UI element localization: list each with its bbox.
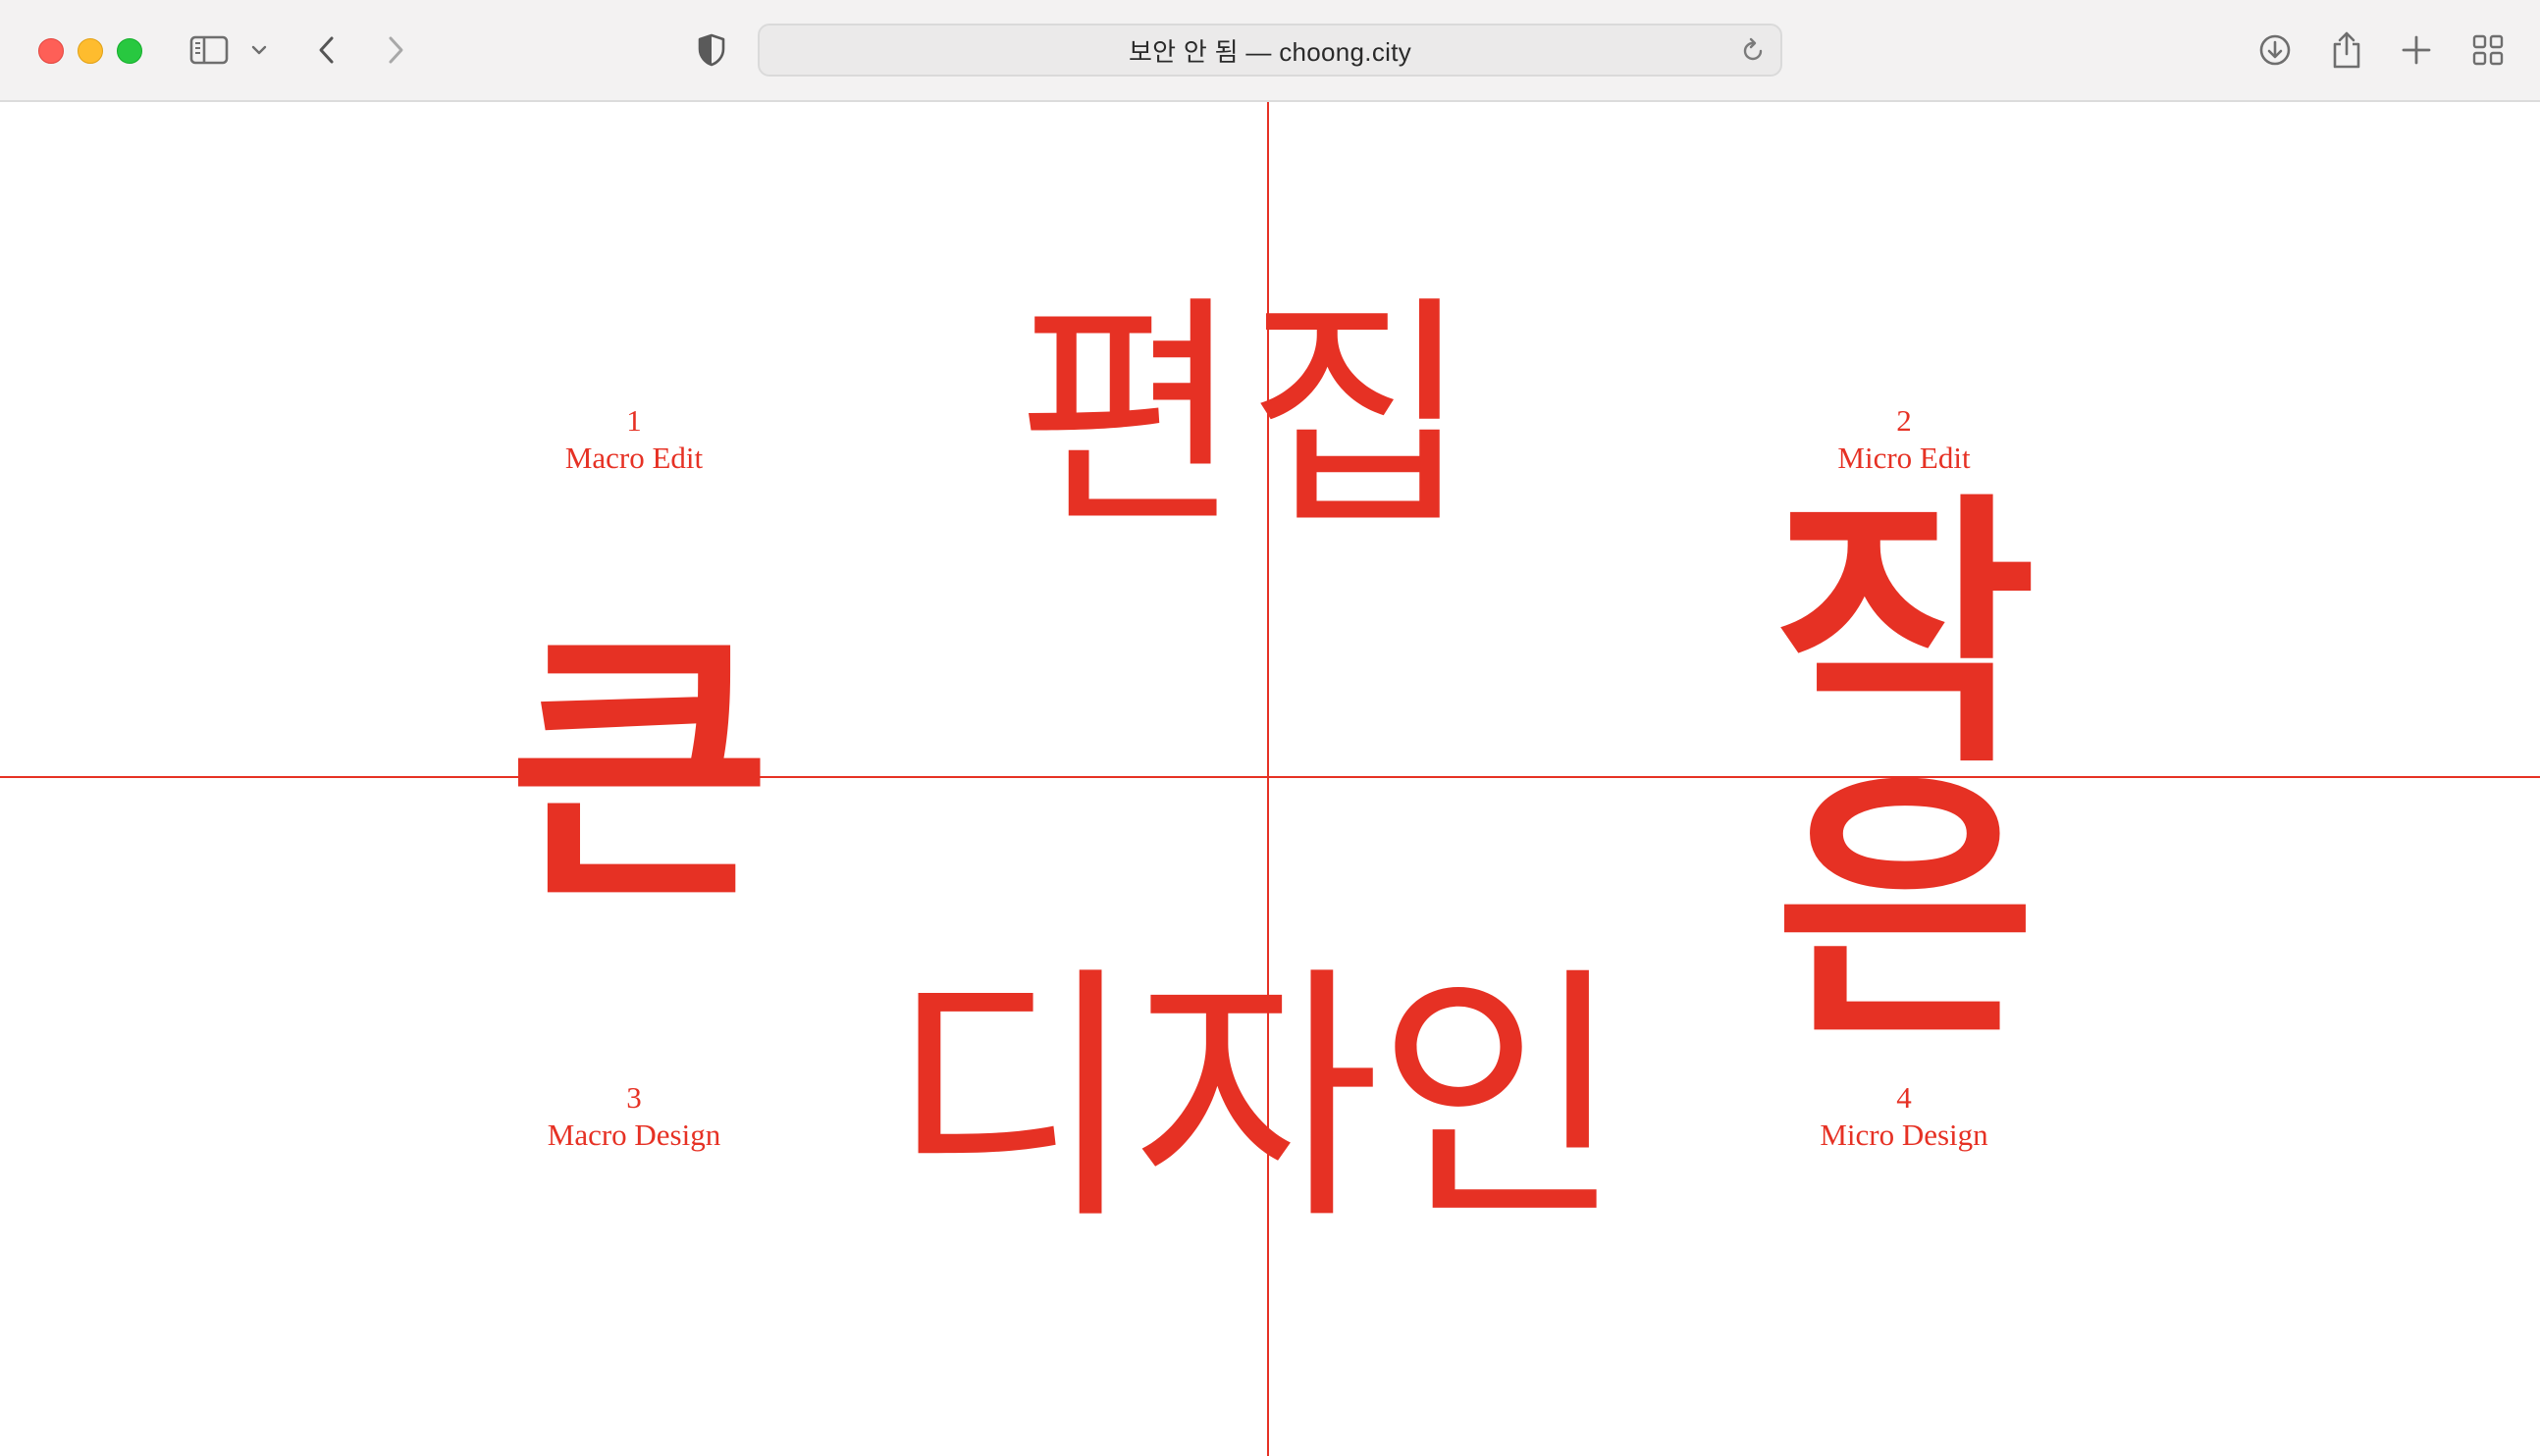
reload-icon[interactable] <box>1739 37 1767 65</box>
chevron-left-icon[interactable] <box>306 29 347 71</box>
word-small-top: 작 <box>1774 471 2037 802</box>
page-content: 편집 디자인 큰 작 은 1 Macro Edit 2 Micro Edit 3… <box>0 102 2540 1456</box>
minimize-window-button[interactable] <box>78 38 103 64</box>
quadrant-link-micro-edit[interactable]: 2 Micro Edit <box>1708 402 2100 477</box>
word-design: 디자인 <box>889 943 1623 1256</box>
quadrant-link-macro-edit[interactable]: 1 Macro Edit <box>438 402 830 477</box>
quadrant-name: Micro Edit <box>1837 441 1971 475</box>
word-small-bottom: 은 <box>1774 746 2037 1076</box>
quadrant-name: Micro Design <box>1820 1118 1988 1152</box>
quadrant-name: Macro Design <box>547 1118 721 1152</box>
address-text: 보안 안 됨 — choong.city <box>1128 36 1412 67</box>
share-icon[interactable] <box>2326 29 2367 71</box>
shield-icon[interactable] <box>691 29 732 71</box>
browser-window: 보안 안 됨 — choong.city 편집 디자인 큰 작 은 1 Macr… <box>0 0 2540 1456</box>
download-icon[interactable] <box>2254 29 2296 71</box>
quadrant-number: 3 <box>626 1080 642 1115</box>
grid-icon[interactable] <box>2467 29 2509 71</box>
browser-toolbar: 보안 안 됨 — choong.city <box>0 0 2540 102</box>
word-big: 큰 <box>508 608 770 939</box>
horizontal-divider <box>0 776 2540 778</box>
chevron-down-icon[interactable] <box>241 29 277 71</box>
quadrant-name: Macro Edit <box>564 441 704 475</box>
word-edit: 편집 <box>1016 274 1475 559</box>
plus-icon[interactable] <box>2396 29 2437 71</box>
close-window-button[interactable] <box>38 38 64 64</box>
address-bar[interactable]: 보안 안 됨 — choong.city <box>758 24 1782 77</box>
zoom-window-button[interactable] <box>117 38 142 64</box>
chevron-right-icon[interactable] <box>375 29 416 71</box>
quadrant-link-macro-design[interactable]: 3 Macro Design <box>438 1079 830 1154</box>
quadrant-number: 1 <box>626 403 642 438</box>
quadrant-link-micro-design[interactable]: 4 Micro Design <box>1708 1079 2100 1154</box>
quadrant-number: 4 <box>1896 1080 1912 1115</box>
quadrant-number: 2 <box>1896 403 1912 438</box>
sidebar-icon[interactable] <box>188 29 230 71</box>
